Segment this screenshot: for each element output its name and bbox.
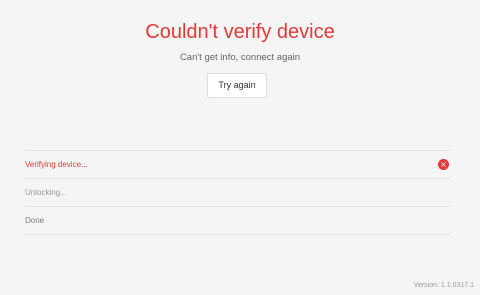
error-x-icon: × <box>438 159 449 170</box>
page-title: Couldn't verify device <box>145 21 335 43</box>
step-label: Unlocking... <box>25 188 67 197</box>
step-label: Done <box>25 216 45 225</box>
step-done: Done <box>25 206 450 235</box>
version-label: Version: 1.1.0317.1 <box>413 282 474 289</box>
status-subtitle: Can't get info, connect again <box>179 52 301 63</box>
step-unlocking: Unlocking... <box>25 178 450 206</box>
try-again-button[interactable]: Try again <box>207 73 267 98</box>
step-label: Verifying device... <box>25 160 88 169</box>
step-verifying: Verifying device... × <box>25 150 450 178</box>
progress-steps: Verifying device... × Unlocking... Done <box>25 150 450 235</box>
